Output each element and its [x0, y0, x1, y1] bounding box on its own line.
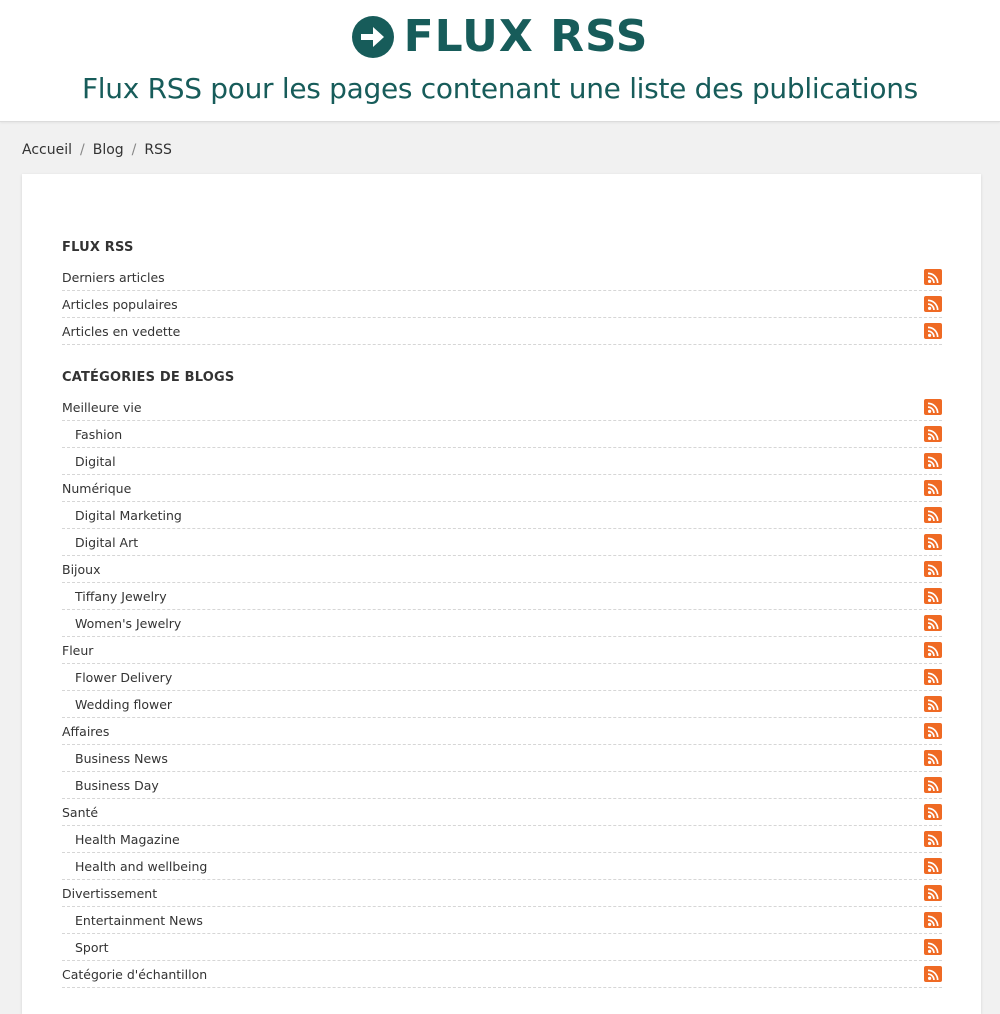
category-link[interactable]: Fleur	[62, 643, 93, 658]
rss-icon[interactable]	[924, 615, 942, 631]
category-row: Meilleure vie	[62, 394, 942, 421]
breadcrumb-home[interactable]: Accueil	[22, 142, 72, 158]
rss-icon[interactable]	[924, 750, 942, 766]
rss-icon[interactable]	[924, 323, 942, 339]
breadcrumb-current: RSS	[144, 142, 172, 158]
category-link[interactable]: Fashion	[62, 427, 122, 442]
category-link[interactable]: Numérique	[62, 481, 131, 496]
page-title: FLUX RSS	[0, 12, 1000, 62]
rss-icon[interactable]	[924, 912, 942, 928]
category-row: Wedding flower	[62, 691, 942, 718]
feeds-section: FLUX RSS Derniers articles Articles popul…	[62, 238, 942, 345]
category-link[interactable]: Tiffany Jewelry	[62, 589, 167, 604]
category-link[interactable]: Entertainment News	[62, 913, 203, 928]
rss-icon[interactable]	[924, 723, 942, 739]
category-row: Numérique	[62, 475, 942, 502]
category-row: Santé	[62, 799, 942, 826]
rss-icon[interactable]	[924, 885, 942, 901]
category-link[interactable]: Santé	[62, 805, 98, 820]
category-link[interactable]: Business Day	[62, 778, 159, 793]
page-title-text: FLUX RSS	[403, 11, 649, 62]
rss-icon[interactable]	[924, 642, 942, 658]
category-row: Entertainment News	[62, 907, 942, 934]
category-link[interactable]: Digital	[62, 454, 116, 469]
category-row: Fashion	[62, 421, 942, 448]
rss-icon[interactable]	[924, 399, 942, 415]
rss-icon[interactable]	[924, 939, 942, 955]
rss-icon[interactable]	[924, 777, 942, 793]
category-link[interactable]: Women's Jewelry	[62, 616, 181, 631]
feed-link[interactable]: Articles populaires	[62, 297, 178, 312]
categories-list: Meilleure vie Fashion Digital Numérique Digi…	[62, 394, 942, 988]
category-row: Digital Marketing	[62, 502, 942, 529]
category-link[interactable]: Health Magazine	[62, 832, 180, 847]
rss-icon[interactable]	[924, 480, 942, 496]
breadcrumb-blog[interactable]: Blog	[93, 142, 124, 158]
category-row: Health Magazine	[62, 826, 942, 853]
category-link[interactable]: Wedding flower	[62, 697, 172, 712]
rss-icon[interactable]	[924, 696, 942, 712]
feeds-heading: FLUX RSS	[62, 240, 134, 255]
rss-icon[interactable]	[924, 588, 942, 604]
category-link[interactable]: Divertissement	[62, 886, 157, 901]
rss-icon[interactable]	[924, 561, 942, 577]
feeds-list: Derniers articles Articles populaires Arti…	[62, 264, 942, 345]
breadcrumb-separator: /	[131, 142, 137, 158]
rss-icon[interactable]	[924, 453, 942, 469]
category-row: Sport	[62, 934, 942, 961]
rss-icon[interactable]	[924, 296, 942, 312]
category-row: Women's Jewelry	[62, 610, 942, 637]
categories-heading: CATÉGORIES DE BLOGS	[62, 370, 235, 385]
feed-row: Articles populaires	[62, 291, 942, 318]
rss-icon[interactable]	[924, 858, 942, 874]
category-row: Affaires	[62, 718, 942, 745]
breadcrumb: Accueil / Blog / RSS	[22, 142, 172, 158]
content-card: FLUX RSS Derniers articles Articles popul…	[22, 174, 981, 1014]
category-row: Fleur	[62, 637, 942, 664]
rss-icon[interactable]	[924, 966, 942, 982]
category-link[interactable]: Sport	[62, 940, 109, 955]
feed-row: Derniers articles	[62, 264, 942, 291]
category-row: Divertissement	[62, 880, 942, 907]
category-row: Business News	[62, 745, 942, 772]
page-header: FLUX RSS Flux RSS pour les pages contena…	[0, 0, 1000, 122]
category-row: Bijoux	[62, 556, 942, 583]
category-row: Business Day	[62, 772, 942, 799]
category-link[interactable]: Digital Marketing	[62, 508, 182, 523]
rss-icon[interactable]	[924, 269, 942, 285]
category-link[interactable]: Flower Delivery	[62, 670, 172, 685]
category-link[interactable]: Business News	[62, 751, 168, 766]
rss-icon[interactable]	[924, 669, 942, 685]
category-link[interactable]: Digital Art	[62, 535, 138, 550]
rss-icon[interactable]	[924, 426, 942, 442]
category-link[interactable]: Bijoux	[62, 562, 101, 577]
category-row: Health and wellbeing	[62, 853, 942, 880]
category-row: Catégorie d'échantillon	[62, 961, 942, 988]
feed-link[interactable]: Articles en vedette	[62, 324, 180, 339]
feed-row: Articles en vedette	[62, 318, 942, 345]
page-subtitle: Flux RSS pour les pages contenant une li…	[82, 72, 918, 105]
category-link[interactable]: Catégorie d'échantillon	[62, 967, 207, 982]
rss-icon[interactable]	[924, 804, 942, 820]
category-link[interactable]: Affaires	[62, 724, 109, 739]
rss-icon[interactable]	[924, 507, 942, 523]
category-link[interactable]: Meilleure vie	[62, 400, 142, 415]
categories-section: CATÉGORIES DE BLOGS Meilleure vie Fashion…	[62, 368, 942, 988]
arrow-circle-right-icon	[351, 16, 394, 58]
rss-icon[interactable]	[924, 831, 942, 847]
rss-icon[interactable]	[924, 534, 942, 550]
category-link[interactable]: Health and wellbeing	[62, 859, 207, 874]
breadcrumb-separator: /	[80, 142, 85, 158]
category-row: Tiffany Jewelry	[62, 583, 942, 610]
feed-link[interactable]: Derniers articles	[62, 270, 165, 285]
category-row: Flower Delivery	[62, 664, 942, 691]
category-row: Digital Art	[62, 529, 942, 556]
category-row: Digital	[62, 448, 942, 475]
